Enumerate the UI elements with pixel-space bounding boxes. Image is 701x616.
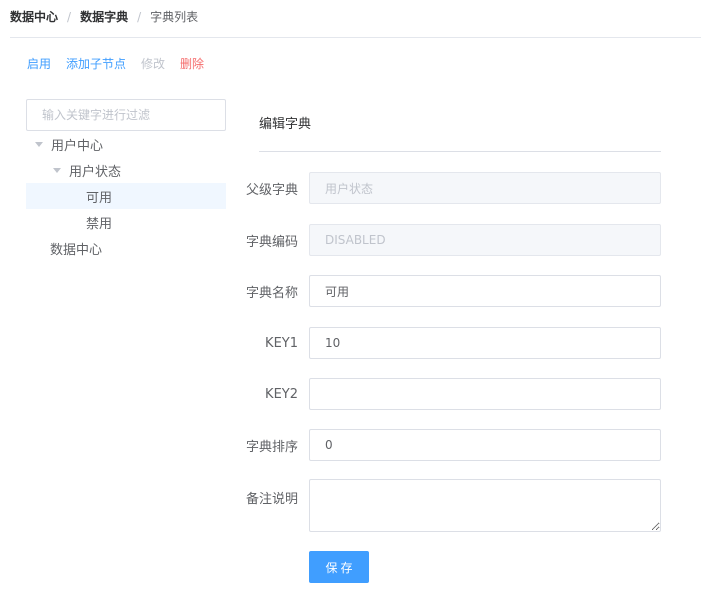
tree-node-user-center[interactable]: 用户中心 xyxy=(26,131,226,157)
form-row-sort: 字典排序 xyxy=(232,429,661,461)
breadcrumb-separator: / xyxy=(67,9,72,24)
remark-textarea[interactable] xyxy=(309,479,661,532)
code-field xyxy=(309,224,661,256)
enable-button[interactable]: 启用 xyxy=(27,55,51,72)
parent-label: 父级字典 xyxy=(245,182,298,198)
breadcrumb-separator: / xyxy=(137,9,142,24)
key1-field[interactable] xyxy=(309,327,661,359)
tree-node-label: 数据中心 xyxy=(50,242,103,258)
form-row-key2: KEY2 xyxy=(232,378,661,410)
form-row-code: 字典编码 xyxy=(232,224,661,256)
tree-node-available[interactable]: 可用 xyxy=(26,183,226,209)
header-divider xyxy=(10,37,701,38)
panel-divider xyxy=(259,151,661,152)
breadcrumb: 数据中心 / 数据字典 / 字典列表 xyxy=(10,8,198,25)
tree-node-label: 禁用 xyxy=(86,216,113,232)
tree-node-label: 用户状态 xyxy=(69,164,122,180)
form-row-key1: KEY1 xyxy=(232,327,661,359)
form-row-parent: 父级字典 xyxy=(232,172,661,204)
add-child-node-button[interactable]: 添加子节点 xyxy=(66,55,126,72)
save-button[interactable]: 保存 xyxy=(309,551,369,583)
edit-button[interactable]: 修改 xyxy=(141,55,165,72)
code-label: 字典编码 xyxy=(245,234,298,250)
breadcrumb-item-dictionary[interactable]: 数据字典 xyxy=(80,8,128,25)
parent-field xyxy=(309,172,661,204)
key2-label: KEY2 xyxy=(265,386,298,402)
tree-node-label: 可用 xyxy=(86,190,113,206)
caret-down-icon[interactable] xyxy=(35,141,43,147)
form-row-name: 字典名称 xyxy=(232,275,661,307)
remark-label: 备注说明 xyxy=(245,492,298,507)
dictionary-tree: 用户中心 用户状态 可用 禁用 数据中心 xyxy=(26,131,226,261)
name-label: 字典名称 xyxy=(245,285,298,301)
sort-field[interactable] xyxy=(309,429,661,461)
tree-node-data-center[interactable]: 数据中心 xyxy=(26,235,226,261)
breadcrumb-item-current: 字典列表 xyxy=(150,10,199,24)
panel-title: 编辑字典 xyxy=(259,117,312,132)
sort-label: 字典排序 xyxy=(245,439,298,455)
breadcrumb-item-data-center[interactable]: 数据中心 xyxy=(10,8,58,25)
key1-label: KEY1 xyxy=(265,335,298,351)
name-field[interactable] xyxy=(309,275,661,307)
delete-button[interactable]: 删除 xyxy=(180,55,204,72)
tree-node-disabled[interactable]: 禁用 xyxy=(26,209,226,235)
tree-node-label: 用户中心 xyxy=(51,138,104,154)
tree-filter-input[interactable] xyxy=(26,99,226,131)
caret-down-icon[interactable] xyxy=(53,167,61,173)
tree-node-user-status[interactable]: 用户状态 xyxy=(26,157,226,183)
form-row-remark: 备注说明 xyxy=(232,479,661,532)
toolbar: 启用 添加子节点 修改 删除 xyxy=(27,55,219,72)
key2-field[interactable] xyxy=(309,378,661,410)
